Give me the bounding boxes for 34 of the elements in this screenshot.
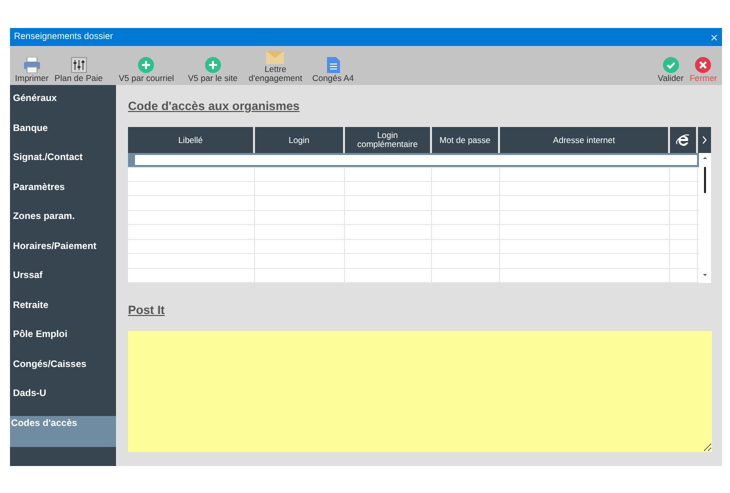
sidebar-item[interactable]: Signat./Contact [10,150,116,180]
toolbar-button[interactable]: Imprimer [12,57,52,83]
sidebar-item[interactable]: Urssaf [10,268,116,298]
toolbar-button[interactable]: Lettre d'engagement [246,50,306,83]
toolbar-button[interactable]: Congés A4 [309,57,357,83]
toolbar-button[interactable]: V5 par le site [185,57,241,83]
sliders-icon [70,57,87,74]
sidebar-item[interactable]: Congés/Caisses [10,356,116,386]
document-icon [326,57,340,74]
toolbar-button[interactable]: Valider [654,57,687,83]
window-title: Renseignements dossier [14,30,114,44]
sidebar-item[interactable]: Retraite [10,298,116,327]
sidebar-item[interactable]: Zones param. [10,209,116,238]
sidebar-item[interactable]: Horaires/Paiement [10,238,116,268]
note-field[interactable] [128,331,712,452]
envelope-icon [266,50,284,64]
toolbar-button[interactable]: Plan de Paie [52,57,106,83]
section-heading: Post It [128,302,166,319]
check-icon [662,57,679,74]
sidebar-item[interactable]: Généraux [10,91,116,120]
browser-icon[interactable] [676,134,690,146]
section-heading: Code d'accès aux organismes [128,98,301,115]
toolbar-button[interactable]: V5 par courriel [116,57,178,83]
sidebar-item[interactable]: Dads-U [10,386,116,416]
plus-icon [138,57,154,74]
chevron-right-icon[interactable] [702,136,707,144]
sidebar-item[interactable]: Paramètres [10,180,116,209]
close-button[interactable]: × [710,30,718,44]
close-icon [695,57,712,74]
printer-icon [22,57,41,74]
sidebar-item[interactable]: Pôle Emploi [10,327,116,356]
sidebar-item[interactable]: Banque [10,120,116,150]
plus-icon [204,57,221,74]
sidebar-item[interactable]: Codes d'accès [10,416,116,446]
